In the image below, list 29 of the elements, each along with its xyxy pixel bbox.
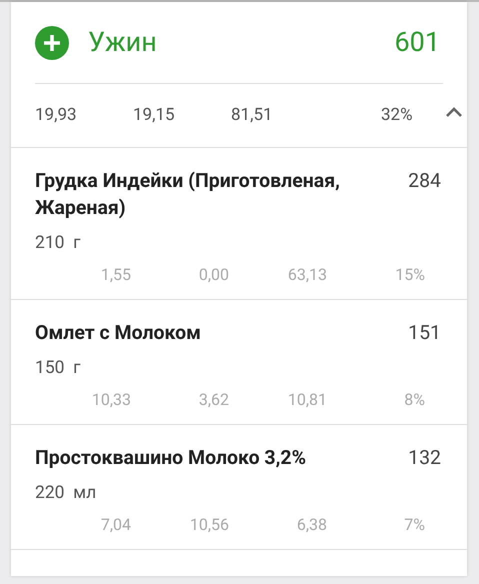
food-name[interactable]: Омлет с Молоком	[35, 319, 408, 346]
add-icon[interactable]	[35, 26, 69, 60]
total-value: 19,15	[133, 104, 176, 127]
nutrient-value: 1,55	[100, 264, 132, 286]
total-value: 19,93	[35, 104, 78, 127]
food-amount: 210 г	[35, 232, 82, 255]
nutrient-value: 15%	[394, 264, 426, 286]
nutrient-value: 10,56	[188, 514, 230, 536]
nutrient-value: 10,81	[286, 389, 328, 411]
nutrient-value: 0,00	[198, 264, 230, 286]
food-name[interactable]: Грудка Индейки (Приготовленая, Жареная)	[35, 167, 408, 221]
nutrient-value: 6,38	[296, 514, 328, 536]
food-calories: 284	[408, 168, 441, 194]
nutrient-value: 63,13	[286, 264, 328, 286]
food-name[interactable]: Простоквашино Молоко 3,2%	[35, 444, 408, 471]
food-amount: 150 г	[35, 357, 82, 380]
total-value: 81,51	[231, 104, 274, 127]
nutrient-value: 3,62	[198, 389, 230, 411]
meal-title: Ужин	[88, 25, 158, 60]
food-amount: 220 мл	[35, 482, 98, 505]
food-calories: 132	[408, 445, 441, 471]
nutrient-value: 10,33	[90, 389, 132, 411]
nutrient-value: 8%	[403, 389, 426, 411]
nutrient-value: 7%	[403, 514, 426, 536]
total-value: 32%	[380, 104, 414, 127]
food-calories: 151	[408, 320, 441, 346]
meal-calories: 601	[394, 25, 440, 60]
nutrient-value: 7,04	[100, 514, 132, 536]
chevron-up-icon[interactable]	[445, 106, 463, 118]
